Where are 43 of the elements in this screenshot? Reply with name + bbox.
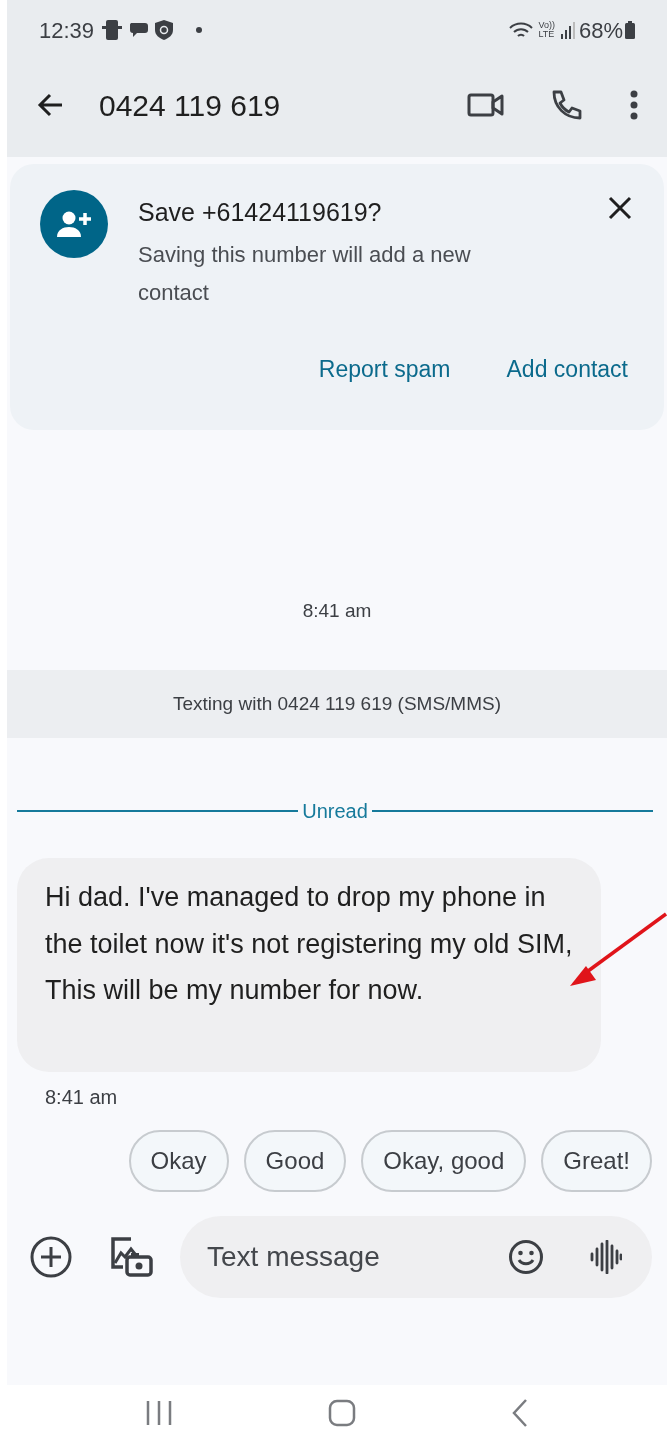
voice-waveform-icon xyxy=(590,1240,622,1274)
message-text: Hi dad. I've managed to drop my phone in the toilet now it's not registering my old SIM, This will be my number for now. xyxy=(45,881,574,1007)
add-button[interactable] xyxy=(29,1235,73,1279)
emoji-icon xyxy=(508,1239,544,1275)
phone-device-icon xyxy=(102,19,123,41)
suggestion-chip[interactable]: Okay xyxy=(128,1130,229,1192)
suggestion-chip[interactable]: Okay, good xyxy=(361,1130,527,1192)
message-input-text[interactable]: Text message xyxy=(207,1236,508,1278)
add-person-icon xyxy=(56,210,92,238)
signal-icon xyxy=(560,21,575,39)
video-camera-icon xyxy=(467,91,505,119)
more-options-button[interactable] xyxy=(629,90,639,120)
suggestion-chip[interactable]: Great! xyxy=(541,1130,652,1192)
message-input[interactable]: Text message xyxy=(180,1216,652,1298)
more-options-icon xyxy=(629,90,639,120)
battery-percent: 68% xyxy=(578,16,623,45)
volte-label: Vo)) xyxy=(538,21,555,30)
save-prompt-description: Saving this number will add a new contact xyxy=(138,240,472,307)
shield-icon xyxy=(154,19,175,41)
close-button[interactable] xyxy=(608,196,632,220)
card-action-button[interactable]: Report spam xyxy=(318,351,451,386)
wifi-icon xyxy=(508,21,535,39)
battery-icon xyxy=(625,21,635,39)
gallery-camera-icon xyxy=(109,1235,153,1279)
gallery-camera-button[interactable] xyxy=(109,1235,153,1279)
texting-info: Texting with 0424 119 619 (SMS/MMS) xyxy=(172,691,502,716)
suggestion-chip[interactable]: Good xyxy=(243,1130,347,1192)
back-nav-icon[interactable] xyxy=(510,1397,530,1428)
unread-divider-label: Unread xyxy=(301,799,369,824)
conversation-timestamp: 8:41 am xyxy=(302,598,372,623)
home-icon[interactable] xyxy=(328,1398,356,1427)
contact-number: 0424 119 619 xyxy=(99,87,281,124)
video-call-button[interactable] xyxy=(467,91,505,119)
dot-icon xyxy=(196,27,203,33)
close-icon xyxy=(608,196,632,220)
save-prompt-title: Save +61424119619? xyxy=(138,197,383,228)
chat-bubble-icon xyxy=(128,20,149,40)
card-action-button[interactable]: Add contact xyxy=(506,351,628,386)
message-timestamp: 8:41 am xyxy=(45,1086,118,1108)
status-time: 12:39 xyxy=(39,16,95,45)
recent-apps-icon[interactable] xyxy=(144,1399,174,1426)
lte-label: LTE xyxy=(538,30,555,39)
plus-circle-icon xyxy=(29,1235,73,1279)
